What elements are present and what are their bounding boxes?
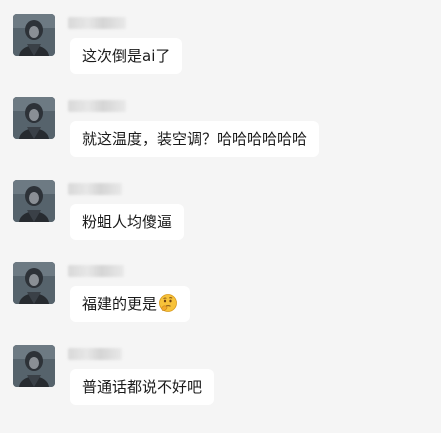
chat-message: 这次倒是ai了: [0, 14, 441, 94]
message-bubble[interactable]: 粉蛆人均傻逼: [70, 204, 185, 240]
message-bubble[interactable]: 就这温度，装空调？哈哈哈哈哈哈: [70, 121, 320, 157]
chat-message-list: 这次倒是ai了 就这温度，装空调？哈哈哈哈哈哈 粉蛆人均傻逼 福建的更是 普通话…: [0, 0, 441, 433]
chat-message: 粉蛆人均傻逼: [0, 180, 441, 260]
sender-name-blurred: [68, 100, 126, 112]
person-avatar-icon[interactable]: [13, 97, 55, 139]
sender-name-blurred: [68, 265, 124, 277]
person-avatar-icon[interactable]: [13, 180, 55, 222]
chat-message: 就这温度，装空调？哈哈哈哈哈哈: [0, 97, 441, 177]
chat-message: 福建的更是: [0, 262, 441, 342]
chat-message: 普通话都说不好吧: [0, 345, 441, 425]
thinking-face-icon: [158, 293, 178, 313]
person-avatar-icon[interactable]: [13, 262, 55, 304]
person-avatar-icon[interactable]: [13, 14, 55, 56]
message-bubble[interactable]: 福建的更是: [70, 286, 191, 322]
message-bubble[interactable]: 普通话都说不好吧: [70, 369, 215, 405]
message-bubble[interactable]: 这次倒是ai了: [70, 38, 183, 74]
person-avatar-icon[interactable]: [13, 345, 55, 387]
message-text: 福建的更是: [82, 295, 158, 313]
sender-name-blurred: [68, 183, 122, 195]
sender-name-blurred: [68, 17, 126, 29]
sender-name-blurred: [68, 348, 122, 360]
